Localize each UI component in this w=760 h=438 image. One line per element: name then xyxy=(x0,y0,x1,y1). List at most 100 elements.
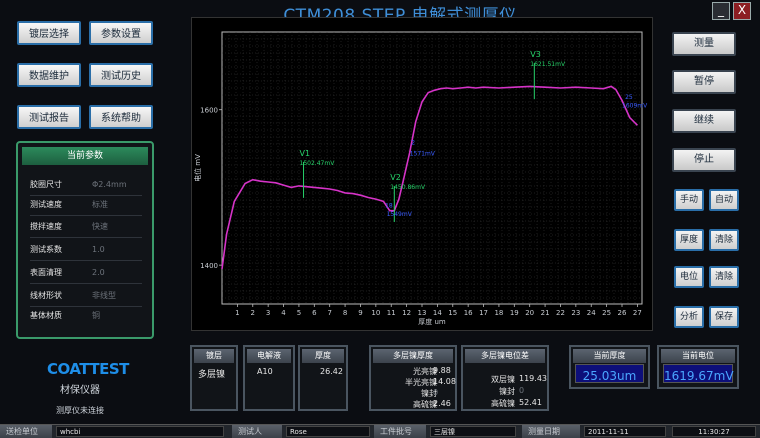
multi-nickel-thickness-panel: 多层镍厚度 光亮镍 9.88 半光亮镍 14.08 镍封 0 高硫镍 2.46 xyxy=(369,345,457,411)
brand-subtitle: 材保仪器 xyxy=(60,385,100,396)
x-tick-label: 17 xyxy=(479,309,488,317)
clock: 11:30:27 xyxy=(672,426,756,437)
x-tick-label: 24 xyxy=(587,309,596,317)
potential-label: 高硫镍 xyxy=(491,399,515,408)
parameter-settings-button[interactable]: 参数设置 xyxy=(89,21,153,45)
param-label: 测试系数 xyxy=(30,245,62,254)
plating-header: 镀层 xyxy=(194,349,234,363)
auto-mode-button[interactable]: 自动 xyxy=(709,189,739,211)
date-label: 测量日期 xyxy=(522,425,580,438)
param-row: 表面清理 2.0 xyxy=(30,263,142,284)
current-thickness-display: 25.03um xyxy=(575,364,644,383)
marker-name: V1 xyxy=(300,149,311,158)
tester-label: 测试人 xyxy=(232,425,282,438)
curve-annotation: 25 xyxy=(625,94,633,101)
data-maintenance-button[interactable]: 数据维护 xyxy=(17,63,81,87)
x-tick-label: 8 xyxy=(343,309,347,317)
x-tick-label: 5 xyxy=(297,309,301,317)
x-tick-label: 25 xyxy=(602,309,611,317)
current-thickness-header: 当前厚度 xyxy=(573,349,646,363)
x-tick-label: 12 xyxy=(402,309,411,317)
x-tick-label: 22 xyxy=(556,309,565,317)
potential-chart: 1 2 3 4 5 6 7 8 9 10 11 12 13 14 15 16 17 18 19 20 21 22 23 24 2… xyxy=(191,17,653,331)
param-value: 1.0 xyxy=(92,245,105,254)
x-tick-label: 9 xyxy=(358,309,362,317)
measure-button[interactable]: 测量 xyxy=(672,32,736,56)
curve-annotation: 18 xyxy=(385,203,393,210)
y-tick-label: 1400 xyxy=(200,262,218,270)
potential-label: 镍封 xyxy=(499,387,515,396)
param-value: Φ2.4mm xyxy=(92,180,127,189)
param-value: 快速 xyxy=(92,222,108,231)
date-field: 2011-11-11 xyxy=(584,426,666,437)
x-tick-label: 20 xyxy=(525,309,534,317)
electrolyte-panel: 电解液 A10 xyxy=(243,345,295,411)
x-tick-label: 3 xyxy=(266,309,270,317)
manual-mode-button[interactable]: 手动 xyxy=(674,189,704,211)
plating-select-button[interactable]: 镀层选择 xyxy=(17,21,81,45)
system-help-button[interactable]: 系统帮助 xyxy=(89,105,153,129)
connection-status: 测厚仪未连接 xyxy=(56,406,104,415)
layer-value: 2.46 xyxy=(433,399,451,408)
param-value: 标准 xyxy=(92,200,108,209)
param-row: 搅拌速度 快速 xyxy=(30,217,142,238)
marker-value: 1502.47mV xyxy=(300,160,336,167)
clear-potential-button[interactable]: 清除 xyxy=(709,266,739,288)
brand-logo: COATTEST xyxy=(47,360,129,378)
potential-value: 119.43 xyxy=(519,374,547,383)
close-button[interactable]: X xyxy=(733,2,751,20)
analysis-button[interactable]: 分析 xyxy=(674,306,704,328)
curve-annotation: 1571mV xyxy=(410,151,436,158)
x-tick-label: 2 xyxy=(251,309,255,317)
curve-annotation: 2 xyxy=(411,140,415,147)
batch-field[interactable]: 三层镍 xyxy=(430,426,516,437)
stop-button[interactable]: 停止 xyxy=(672,148,736,172)
tester-field[interactable]: Rose xyxy=(286,426,370,437)
x-tick-label: 6 xyxy=(312,309,317,317)
current-thickness-panel: 当前厚度 25.03um xyxy=(569,345,650,389)
x-tick-label: 1 xyxy=(235,309,239,317)
clear-thickness-button[interactable]: 清除 xyxy=(709,229,739,251)
current-potential-panel: 当前电位 1619.67mV xyxy=(657,345,739,389)
save-button[interactable]: 保存 xyxy=(709,306,739,328)
marker-value: 1621.51mV xyxy=(530,61,566,68)
test-report-button[interactable]: 测试报告 xyxy=(17,105,81,129)
multi-potential-header: 多层镍电位差 xyxy=(465,349,545,363)
marker-name: V3 xyxy=(530,50,541,59)
x-tick-label: 14 xyxy=(433,309,442,317)
param-label: 表面清理 xyxy=(30,268,62,277)
unit-field[interactable]: whcbi xyxy=(56,426,224,437)
param-label: 基体材质 xyxy=(30,311,62,320)
status-bar: 送检单位 whcbi 测试人 Rose 工件批号 三层镍 测量日期 2011-1… xyxy=(0,424,760,438)
layer-value: 14.08 xyxy=(433,377,456,386)
x-tick-label: 4 xyxy=(281,309,286,317)
x-tick-label: 23 xyxy=(571,309,580,317)
x-tick-label: 16 xyxy=(464,309,473,317)
param-row: 胶圈尺寸 Φ2.4mm xyxy=(30,175,142,196)
x-tick-label: 18 xyxy=(494,309,503,317)
param-row: 测试速度 标准 xyxy=(30,195,142,216)
potential-button[interactable]: 电位 xyxy=(674,266,704,288)
x-tick-label: 26 xyxy=(618,309,627,317)
plating-panel: 镀层 多层镍 xyxy=(190,345,238,411)
pause-button[interactable]: 暂停 xyxy=(672,70,736,94)
multi-nickel-potential-panel: 多层镍电位差 双层镍 119.43 镍封 0 高硫镍 52.41 xyxy=(461,345,549,411)
thickness-button[interactable]: 厚度 xyxy=(674,229,704,251)
param-value: 2.0 xyxy=(92,268,105,277)
layer-label: 高硫镍 xyxy=(413,400,437,409)
batch-label: 工件批号 xyxy=(374,425,426,438)
param-row: 线材形状 非线型 xyxy=(30,286,142,307)
test-history-button[interactable]: 测试历史 xyxy=(89,63,153,87)
y-axis-label: 电位 mV xyxy=(193,154,202,182)
param-label: 胶圈尺寸 xyxy=(30,180,62,189)
resume-button[interactable]: 继续 xyxy=(672,109,736,133)
y-tick-label: 1600 xyxy=(200,107,218,115)
current-potential-header: 当前电位 xyxy=(661,349,735,363)
param-label: 线材形状 xyxy=(30,291,62,300)
param-label: 测试速度 xyxy=(30,200,62,209)
minimize-button[interactable]: _ xyxy=(712,2,730,20)
marker-name: V2 xyxy=(390,173,401,182)
param-row: 测试系数 1.0 xyxy=(30,240,142,261)
param-label: 搅拌速度 xyxy=(30,222,62,231)
param-value: 非线型 xyxy=(92,291,116,300)
